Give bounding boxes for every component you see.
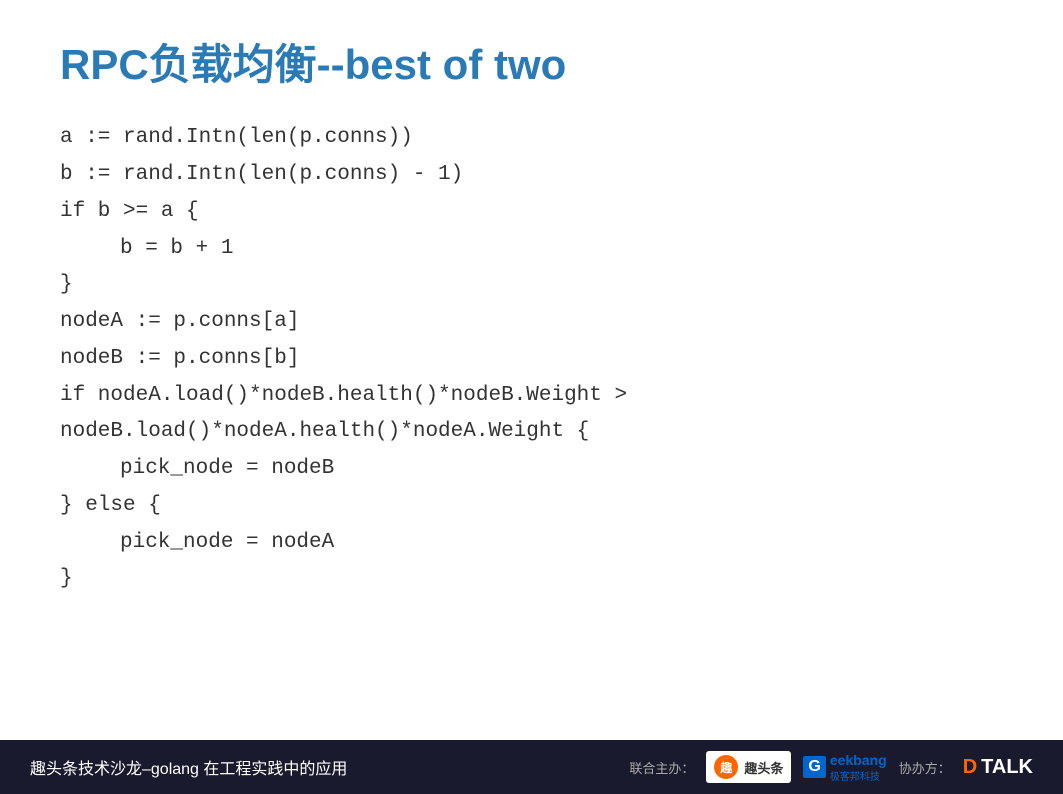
- code-line-6: nodeA := p.conns[a]: [60, 304, 1003, 341]
- code-line-11: } else {: [60, 488, 1003, 525]
- footer-left-text: 趣头条技术沙龙–golang 在工程实践中的应用: [30, 755, 629, 779]
- code-line-3: if b >= a {: [60, 194, 1003, 231]
- code-line-4: b = b + 1: [60, 231, 1003, 268]
- geekbang-text-block: eekbang 极客邦科技: [830, 752, 887, 783]
- dtalk-d-icon: D: [963, 756, 977, 779]
- co-organizer-label: 联合主办：: [629, 758, 694, 777]
- code-line-2: b := rand.Intn(len(p.conns) - 1): [60, 157, 1003, 194]
- main-content: RPC负载均衡--best of two a := rand.Intn(len(…: [0, 0, 1063, 740]
- geekbang-logo: G eekbang 极客邦科技: [803, 752, 886, 783]
- dtalk-logo: D TALK: [963, 756, 1033, 779]
- geekbang-sub: 极客邦科技: [830, 768, 887, 783]
- code-line-9: nodeB.load()*nodeA.health()*nodeA.Weight…: [60, 414, 1003, 451]
- code-line-1: a := rand.Intn(len(p.conns)): [60, 120, 1003, 157]
- geekbang-g-icon: G: [803, 756, 825, 778]
- organizer-label: 协办方：: [899, 758, 951, 777]
- code-line-8: if nodeA.load()*nodeB.health()*nodeB.Wei…: [60, 378, 1003, 415]
- code-block: a := rand.Intn(len(p.conns)) b := rand.I…: [60, 120, 1003, 598]
- toutiao-icon: 趣: [714, 755, 738, 779]
- dtalk-text: TALK: [981, 756, 1033, 779]
- footer: 趣头条技术沙龙–golang 在工程实践中的应用 联合主办： 趣 趣头条 G e…: [0, 740, 1063, 794]
- toutiao-text: 趣头条: [744, 758, 783, 777]
- toutiao-logo: 趣 趣头条: [706, 751, 791, 783]
- code-line-12: pick_node = nodeA: [60, 525, 1003, 562]
- code-line-5: }: [60, 267, 1003, 304]
- footer-right: 联合主办： 趣 趣头条 G eekbang 极客邦科技 协办方： D TALK: [629, 751, 1033, 783]
- code-line-13: }: [60, 561, 1003, 598]
- geekbang-name: eekbang: [830, 752, 887, 768]
- page-title: RPC负载均衡--best of two: [60, 40, 1003, 90]
- code-line-10: pick_node = nodeB: [60, 451, 1003, 488]
- code-line-7: nodeB := p.conns[b]: [60, 341, 1003, 378]
